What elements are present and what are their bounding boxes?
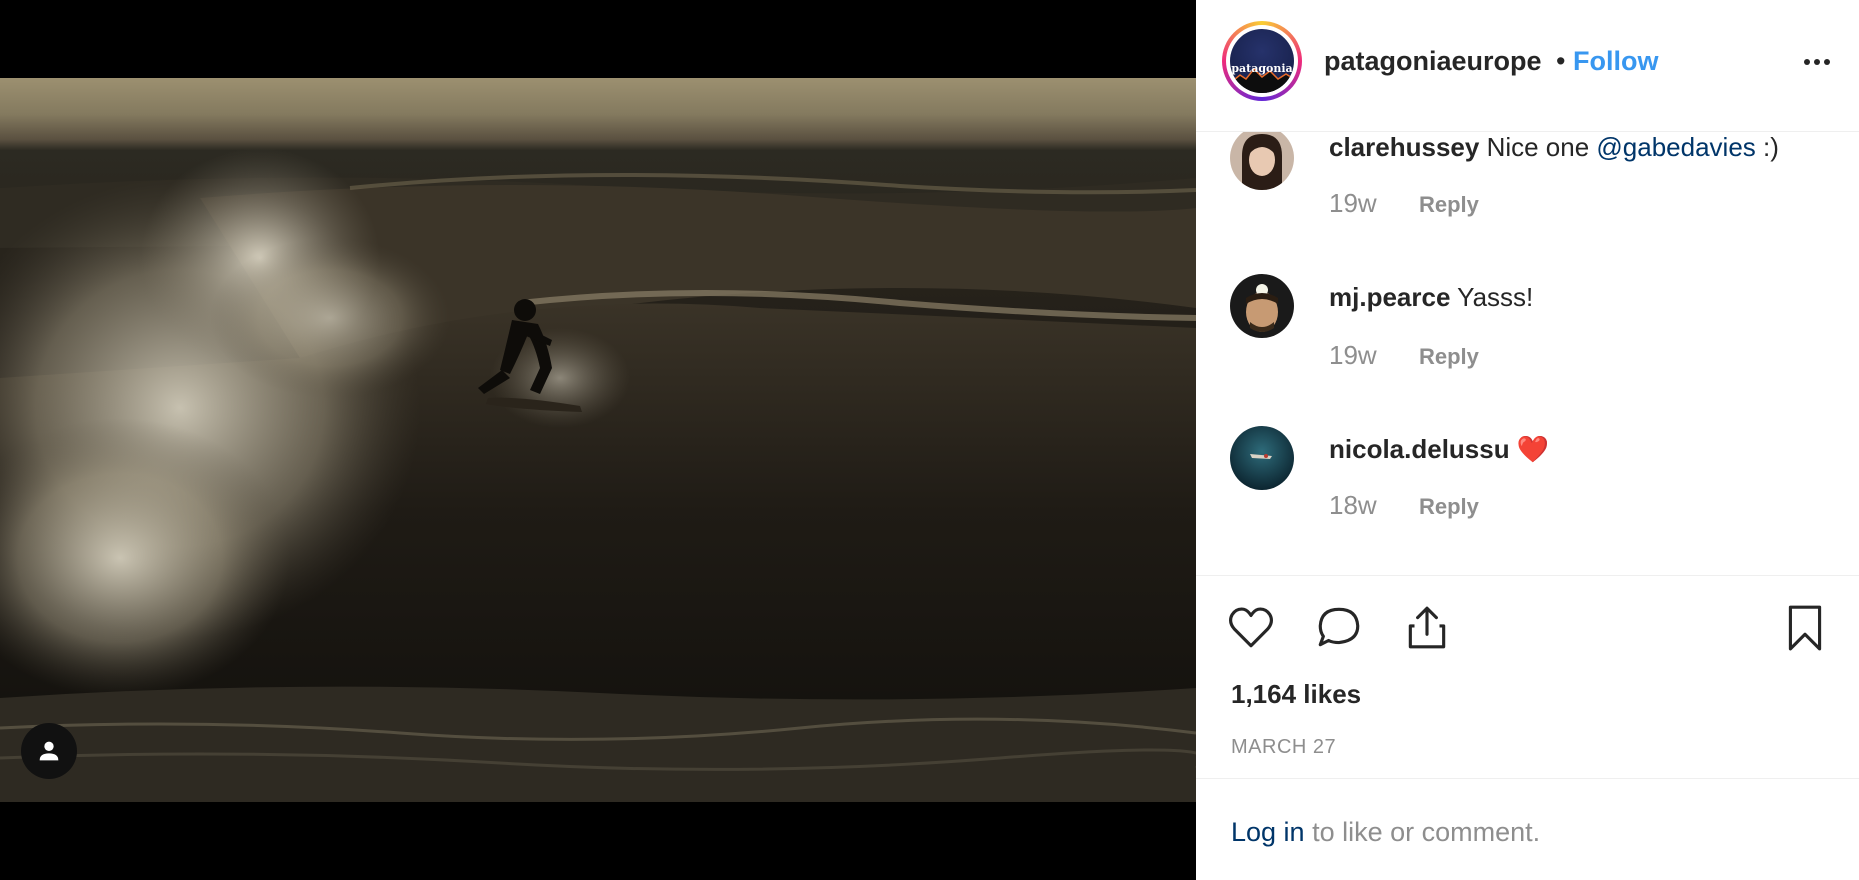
share-icon[interactable] <box>1402 603 1452 653</box>
commenter-username[interactable]: clarehussey <box>1329 132 1479 162</box>
comment-text: mj.pearce Yasss! <box>1329 282 1533 313</box>
surf-wave-image <box>0 148 1196 802</box>
commenter-avatar[interactable] <box>1230 274 1294 338</box>
patagonia-logo: patagonia <box>1230 29 1294 93</box>
heart-icon[interactable] <box>1226 603 1276 653</box>
comment-mention[interactable]: @gabedavies <box>1596 132 1755 162</box>
comment-timestamp[interactable]: 19w <box>1329 340 1377 371</box>
bookmark-icon[interactable] <box>1780 603 1830 653</box>
likes-count[interactable]: 1,164 likes <box>1231 679 1361 710</box>
commenter-avatar[interactable] <box>1230 426 1294 490</box>
reply-button[interactable]: Reply <box>1419 192 1479 218</box>
post-media <box>0 0 1196 880</box>
login-prompt: Log in to like or comment. <box>1196 778 1859 880</box>
post-photo[interactable] <box>0 78 1196 802</box>
commenter-photo <box>1230 274 1294 338</box>
login-prompt-text: Log in to like or comment. <box>1231 817 1540 848</box>
commenter-username[interactable]: mj.pearce <box>1329 282 1450 312</box>
comment-body: Nice one <box>1486 132 1597 162</box>
commenter-username[interactable]: nicola.delussu <box>1329 434 1510 464</box>
comment-text: clarehussey Nice one @gabedavies :) <box>1329 132 1779 163</box>
avatar-logo-text: patagonia <box>1231 61 1293 75</box>
post-header: patagonia patagoniaeurope • Follow <box>1196 0 1859 132</box>
login-suffix: to like or comment. <box>1304 817 1541 847</box>
comment-suffix: :) <box>1755 132 1779 162</box>
comment-timestamp[interactable]: 19w <box>1329 188 1377 219</box>
tagged-users-button[interactable] <box>21 723 77 779</box>
header-separator: • <box>1556 46 1566 76</box>
follow-button[interactable]: Follow <box>1573 46 1658 77</box>
user-icon <box>39 741 59 761</box>
commenter-photo <box>1230 426 1294 490</box>
comment-item: nicola.delussu ❤️ 18w Reply <box>1196 426 1859 575</box>
comment-icon[interactable] <box>1314 603 1364 653</box>
post-actions: 1,164 likes MARCH 27 <box>1196 575 1859 775</box>
post-date[interactable]: MARCH 27 <box>1231 736 1336 759</box>
comment-text: nicola.delussu ❤️ <box>1329 434 1549 465</box>
commenter-avatar[interactable] <box>1230 132 1294 190</box>
comment-item: mj.pearce Yasss! 19w Reply <box>1196 274 1859 424</box>
author-avatar[interactable]: patagonia <box>1222 21 1302 101</box>
reply-button[interactable]: Reply <box>1419 344 1479 370</box>
comment-body: Yasss! <box>1457 282 1534 312</box>
instagram-post-view: patagonia patagoniaeurope • Follow clare… <box>0 0 1859 880</box>
comment-timestamp[interactable]: 18w <box>1329 490 1377 521</box>
post-side-panel: patagonia patagoniaeurope • Follow clare… <box>1196 0 1859 880</box>
reply-button[interactable]: Reply <box>1419 494 1479 520</box>
more-horizontal-icon[interactable] <box>1801 50 1833 74</box>
comments-list: clarehussey Nice one @gabedavies :) 19w … <box>1196 132 1859 575</box>
avatar-inner: patagonia <box>1226 25 1298 97</box>
comment-item: clarehussey Nice one @gabedavies :) 19w … <box>1196 132 1859 276</box>
author-username[interactable]: patagoniaeurope <box>1324 46 1542 77</box>
commenter-photo <box>1230 132 1294 190</box>
login-link[interactable]: Log in <box>1231 817 1305 847</box>
heart-emoji: ❤️ <box>1516 434 1550 464</box>
